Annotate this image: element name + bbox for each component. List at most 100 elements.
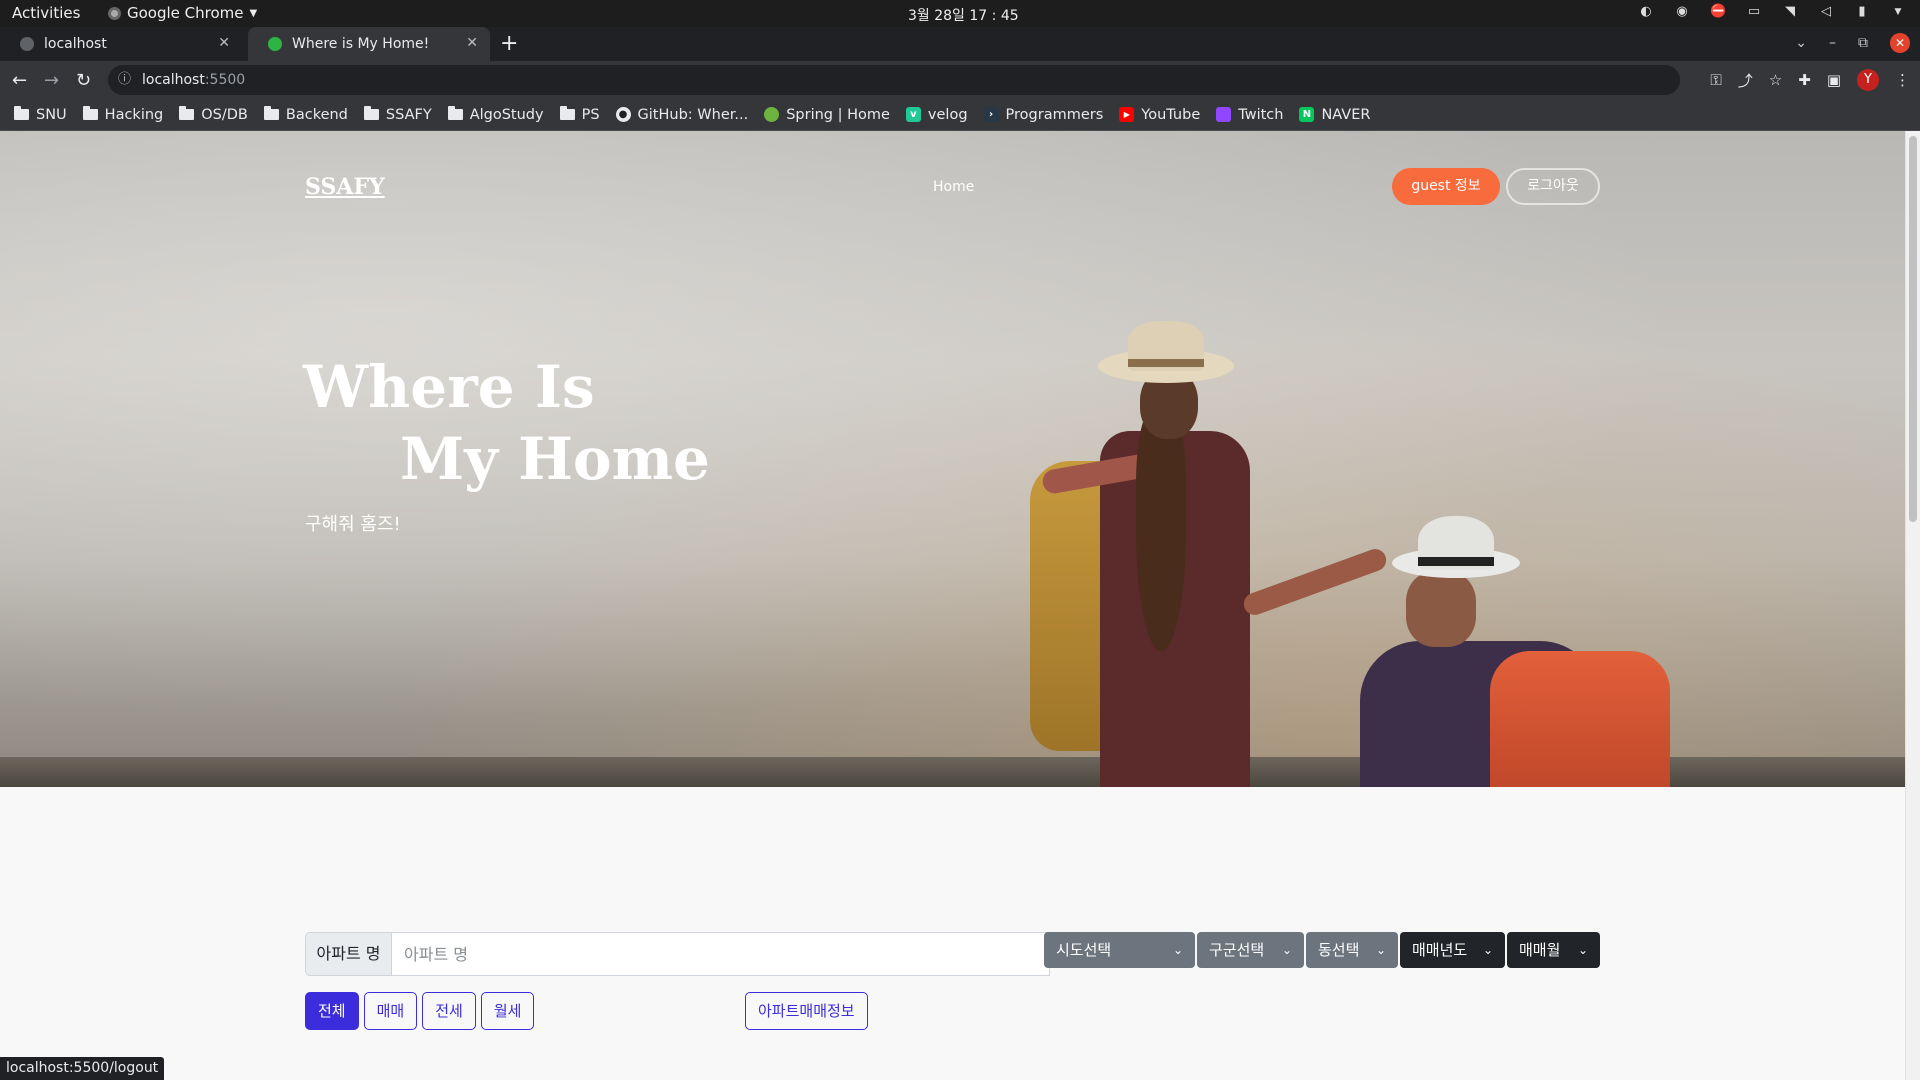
keyboard-icon[interactable]: ▭: [1746, 4, 1762, 20]
tab-search-icon[interactable]: ⌄: [1795, 35, 1807, 51]
bookmark-ssafy[interactable]: SSAFY: [363, 106, 432, 123]
gugun-select[interactable]: 구군선택 ⌄: [1197, 932, 1304, 968]
bookmark-label: GitHub: Wher...: [637, 106, 749, 123]
bookmark-label: Backend: [285, 106, 348, 123]
folder-icon: [179, 106, 195, 120]
close-window-icon[interactable]: ✕: [1890, 33, 1910, 53]
nav-home-link[interactable]: Home: [933, 179, 974, 195]
velog-icon: v: [905, 107, 921, 122]
deal-year-select[interactable]: 매매년도 ⌄: [1400, 932, 1505, 968]
bookmark-label: Programmers: [1005, 106, 1104, 123]
bookmark-github[interactable]: ● GitHub: Wher...: [615, 106, 749, 123]
sido-select-value: 시도선택: [1056, 941, 1112, 959]
folder-icon: [263, 106, 279, 120]
youtube-icon: ▶: [1119, 107, 1135, 122]
site-brand-logo[interactable]: SSAFY: [305, 174, 385, 200]
bookmark-programmers[interactable]: › Programmers: [983, 106, 1104, 123]
bookmark-label: NAVER: [1321, 106, 1371, 123]
apartment-search-group: 아파트 명: [305, 932, 1050, 976]
address-bar[interactable]: ⓘ localhost:5500: [108, 65, 1680, 95]
naver-icon: N: [1299, 107, 1315, 122]
apartment-name-input[interactable]: [392, 932, 1050, 976]
filter-sale-button[interactable]: 매매: [363, 992, 418, 1030]
system-menu-caret-icon[interactable]: ▼: [1890, 4, 1906, 20]
battery-icon[interactable]: ▮: [1854, 4, 1870, 20]
hero-photo-backpack-right: [1490, 651, 1670, 787]
url-port: :5500: [204, 72, 246, 88]
bookmark-label: SSAFY: [385, 106, 432, 123]
dong-select[interactable]: 동선택 ⌄: [1306, 932, 1398, 968]
app-menu[interactable]: Google Chrome ▼: [108, 4, 257, 22]
bookmark-spring[interactable]: Spring | Home: [764, 107, 890, 123]
page-scrollbar[interactable]: [1905, 131, 1920, 1080]
tab-localhost[interactable]: localhost ✕: [0, 27, 242, 61]
close-tab-icon[interactable]: ✕: [466, 35, 478, 51]
bookmark-label: Twitch: [1238, 106, 1284, 123]
bookmark-twitch[interactable]: Twitch: [1216, 107, 1283, 123]
bookmark-osdb[interactable]: OS/DB: [179, 106, 248, 123]
filter-all-button[interactable]: 전체: [305, 992, 359, 1030]
bookmark-naver[interactable]: N NAVER: [1299, 107, 1370, 123]
tab-where-is-my-home[interactable]: Where is My Home! ✕: [248, 27, 490, 61]
folder-icon: [14, 106, 29, 120]
activities-button[interactable]: Activities: [12, 4, 80, 22]
minimize-icon[interactable]: –: [1829, 35, 1836, 51]
side-panel-icon[interactable]: ▣: [1827, 71, 1841, 89]
bookmark-backend[interactable]: Backend: [263, 106, 348, 123]
bookmark-velog[interactable]: v velog: [905, 107, 968, 123]
bookmark-label: Hacking: [104, 106, 164, 123]
filter-monthly-rent-button[interactable]: 월세: [480, 992, 535, 1030]
globe-icon: [20, 37, 34, 51]
hero-section: SSAFY Home guest 정보 로그아웃 Where Is My Hom…: [0, 131, 1905, 787]
steam-icon[interactable]: ◉: [1674, 4, 1690, 20]
scrollbar-thumb[interactable]: [1909, 136, 1917, 522]
hero-photo-hat-band-right: [1418, 557, 1494, 566]
key-icon[interactable]: ⚿: [1710, 71, 1721, 89]
folder-icon: [82, 106, 98, 120]
deal-month-select[interactable]: 매매월 ⌄: [1507, 932, 1600, 968]
site-info-icon[interactable]: ⓘ: [118, 65, 131, 95]
filter-jeonse-button[interactable]: 전세: [422, 992, 476, 1030]
programmers-icon: ›: [983, 107, 999, 122]
do-not-disturb-icon[interactable]: ⛔: [1710, 4, 1726, 20]
chrome-remote-icon[interactable]: ◐: [1638, 4, 1654, 20]
url-host: localhost: [142, 72, 205, 88]
system-tray[interactable]: ◐ ◉ ⛔ ▭ ◥ ◁ ▮ ▼: [1638, 4, 1906, 20]
folder-icon: [559, 106, 575, 120]
clock[interactable]: 3월 28일 17 : 45: [908, 5, 1019, 25]
extensions-icon[interactable]: ✚: [1798, 71, 1811, 89]
bookmark-youtube[interactable]: ▶ YouTube: [1119, 107, 1200, 123]
spring-icon: [764, 107, 780, 122]
sido-select[interactable]: 시도선택 ⌄: [1044, 932, 1195, 968]
bookmark-star-icon[interactable]: ☆: [1769, 71, 1782, 89]
apartment-deal-info-button[interactable]: 아파트매매정보: [745, 992, 868, 1030]
guest-info-button[interactable]: guest 정보: [1392, 168, 1500, 205]
restore-icon[interactable]: ⧉: [1858, 35, 1868, 51]
tab-title: localhost: [44, 36, 107, 52]
wifi-icon[interactable]: ◥: [1782, 4, 1798, 20]
close-tab-icon[interactable]: ✕: [218, 35, 230, 51]
deal-type-filters: 전체 매매 전세 월세: [305, 992, 535, 1030]
volume-icon[interactable]: ◁: [1818, 4, 1834, 20]
bookmark-label: SNU: [36, 106, 67, 123]
back-icon[interactable]: ←: [12, 70, 27, 91]
chrome-menu-icon[interactable]: ⋮: [1895, 71, 1910, 89]
forward-icon[interactable]: →: [44, 70, 59, 91]
bookmark-ps[interactable]: PS: [559, 106, 600, 123]
reload-icon[interactable]: ↻: [76, 70, 91, 91]
bookmark-hacking[interactable]: Hacking: [82, 106, 164, 123]
logout-button[interactable]: 로그아웃: [1506, 168, 1600, 205]
bookmark-algostudy[interactable]: AlgoStudy: [447, 106, 544, 123]
chevron-down-icon: ⌄: [1172, 943, 1183, 957]
hero-title-line2: My Home: [400, 425, 710, 493]
bookmark-label: YouTube: [1141, 106, 1201, 123]
bookmark-snu[interactable]: SNU: [14, 106, 67, 123]
dong-select-value: 동선택: [1318, 941, 1360, 959]
profile-avatar[interactable]: Y: [1857, 69, 1879, 91]
tab-title: Where is My Home!: [292, 36, 430, 52]
deal-year-select-value: 매매년도: [1412, 941, 1468, 959]
bookmark-label: AlgoStudy: [469, 106, 544, 123]
deal-month-select-value: 매매월: [1519, 941, 1561, 959]
share-icon[interactable]: ⤴: [1738, 70, 1753, 91]
new-tab-icon[interactable]: +: [500, 31, 518, 56]
